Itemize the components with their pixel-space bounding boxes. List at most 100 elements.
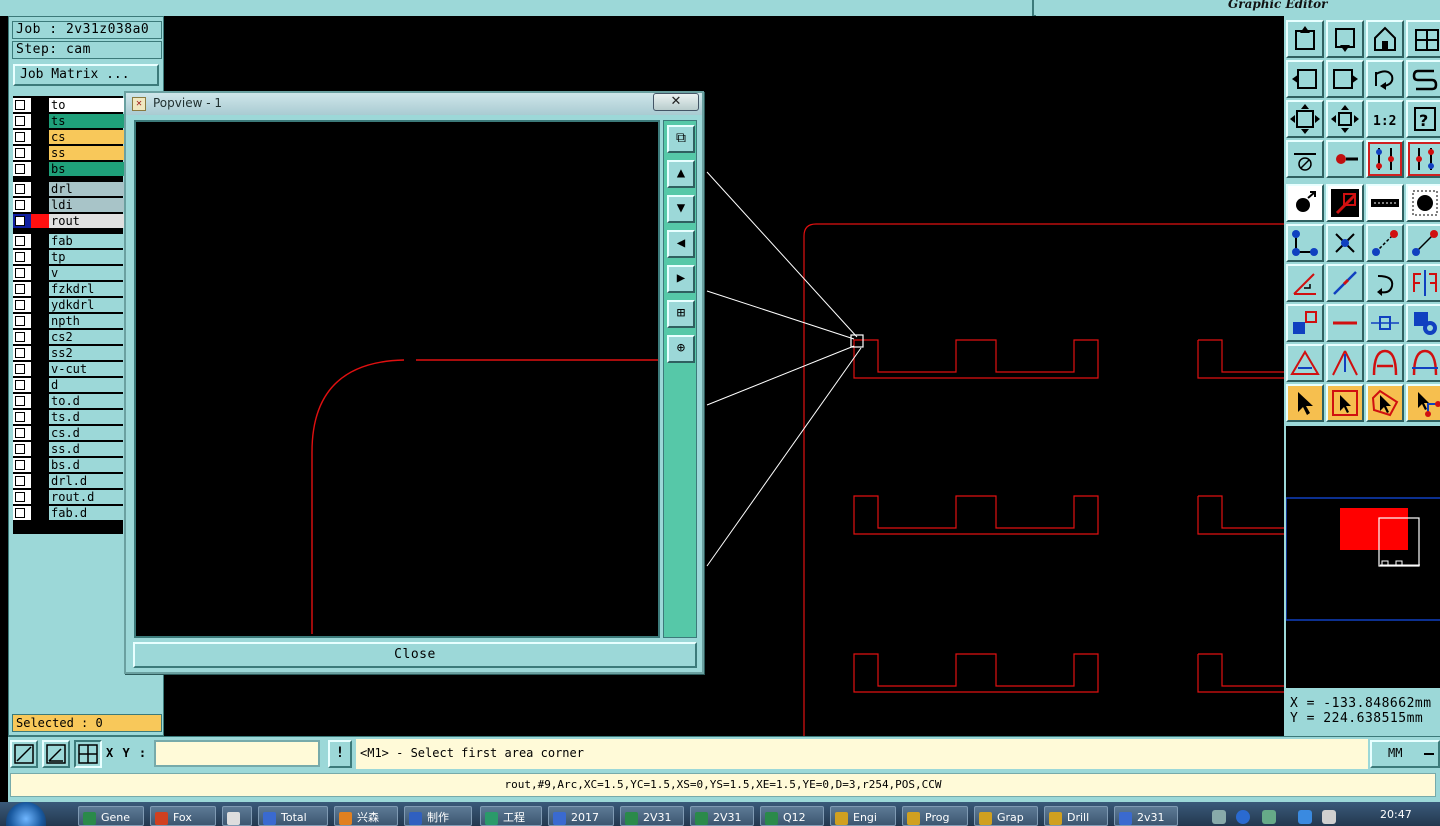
layer-checkbox[interactable] [15,132,25,142]
layer-row[interactable]: drl.d [13,474,125,488]
layer-row[interactable]: tp [13,250,125,264]
layer-checkbox[interactable] [15,348,25,358]
angle-tool-icon[interactable] [1286,264,1324,302]
angle-snap-icon[interactable] [42,740,70,768]
popview-window[interactable]: ✕ Popview - 1 ✕ ⧉ ▲ ▼ ◀ ▶ ⊞ ⊕ Close [124,91,704,674]
line-cut-icon[interactable] [1326,304,1364,342]
select-poly-arrow-icon[interactable] [1366,384,1404,422]
arch-marker-icon[interactable] [1326,344,1364,382]
view-down-icon[interactable] [1326,20,1364,58]
layer-checkbox[interactable] [15,116,25,126]
redraw-icon[interactable] [1406,60,1440,98]
layer-color-swatch[interactable] [31,442,49,456]
copy-point-icon[interactable] [1406,224,1440,262]
layer-checkbox[interactable] [15,148,25,158]
layer-checkbox[interactable] [15,164,25,174]
layer-checkbox[interactable] [15,412,25,422]
tray-volume-icon[interactable] [1322,810,1336,824]
layer-color-swatch[interactable] [31,182,49,196]
layer-row[interactable]: fzkdrl [13,282,125,296]
layer-row[interactable]: cs.d [13,426,125,440]
layer-row[interactable]: rout [13,214,125,228]
pad-add-icon[interactable] [1286,184,1324,222]
select-net-arrow-icon[interactable] [1406,384,1440,422]
popview-close-button[interactable]: Close [133,642,697,668]
popview-titlebar[interactable]: ✕ Popview - 1 ✕ [126,93,702,115]
layer-checkbox[interactable] [15,428,25,438]
xy-coordinate-input[interactable] [154,740,320,767]
layer-color-swatch[interactable] [31,98,49,112]
job-matrix-button[interactable]: Job Matrix ... [13,64,159,86]
layer-color-swatch[interactable] [31,130,49,144]
layer-checkbox[interactable] [15,476,25,486]
pattern-tool-icon[interactable] [1406,304,1440,342]
tray-app-icon[interactable] [1262,810,1276,824]
layer-checkbox[interactable] [15,444,25,454]
layer-checkbox[interactable] [15,236,25,246]
stretch-tool-icon[interactable] [1366,304,1404,342]
taskbar-item[interactable]: Prog [902,806,968,826]
pv-zoom-out-icon[interactable]: ⊕ [667,335,695,363]
pv-zoom-fit-icon[interactable]: ⧉ [667,125,695,153]
undo-view-icon[interactable] [1366,60,1404,98]
layer-color-swatch[interactable] [31,314,49,328]
layer-checkbox[interactable] [15,300,25,310]
vertex-connect-icon[interactable] [1286,224,1324,262]
layer-row[interactable]: npth [13,314,125,328]
layer-row[interactable]: ss.d [13,442,125,456]
layer-row[interactable]: fab.d [13,506,125,520]
select-box-arrow-icon[interactable] [1326,384,1364,422]
snap-pin-icon[interactable] [1326,140,1364,178]
taskbar-item[interactable]: 2V31 [620,806,684,826]
taskbar-item[interactable]: Grap [974,806,1038,826]
view-left-icon[interactable] [1286,60,1324,98]
layer-color-swatch[interactable] [31,474,49,488]
snap-mode-icon[interactable] [10,740,38,768]
scale-one-to-two-icon[interactable]: 1:2 [1366,100,1404,138]
layer-row[interactable]: ss [13,146,125,160]
layer-color-swatch[interactable] [31,394,49,408]
surface-add-icon[interactable] [1326,184,1364,222]
slope-line-icon[interactable] [1326,264,1364,302]
net-connect-icon[interactable] [1366,140,1404,178]
layer-checkbox[interactable] [15,268,25,278]
layer-checkbox[interactable] [15,332,25,342]
layer-checkbox[interactable] [15,216,25,226]
layer-row[interactable]: d [13,378,125,392]
move-point-icon[interactable] [1366,224,1404,262]
layer-color-swatch[interactable] [31,114,49,128]
line-add-icon[interactable] [1366,184,1404,222]
layer-color-swatch[interactable] [31,234,49,248]
triangle-marker-icon[interactable] [1286,344,1324,382]
taskbar-item[interactable]: 2017 [548,806,614,826]
view-up-icon[interactable] [1286,20,1324,58]
layer-row[interactable]: fab [13,234,125,248]
layer-checkbox[interactable] [15,380,25,390]
select-arrow-icon[interactable] [1286,384,1324,422]
pv-pan-right-icon[interactable]: ▶ [667,265,695,293]
layer-row[interactable]: drl [13,182,125,196]
layer-checkbox[interactable] [15,200,25,210]
layer-row[interactable]: ts [13,114,125,128]
layer-color-swatch[interactable] [31,146,49,160]
layer-checkbox[interactable] [15,508,25,518]
layer-row[interactable]: v-cut [13,362,125,376]
layer-color-swatch[interactable] [31,198,49,212]
taskbar-item[interactable]: Fox [150,806,216,826]
layer-checkbox[interactable] [15,184,25,194]
layer-color-swatch[interactable] [31,330,49,344]
layer-row[interactable]: ss2 [13,346,125,360]
taskbar-item[interactable]: 兴森 [334,806,398,826]
execute-button[interactable]: ! [328,740,352,768]
layer-color-swatch[interactable] [31,266,49,280]
layer-color-swatch[interactable] [31,490,49,504]
overview-map[interactable] [1285,426,1440,688]
layer-row[interactable]: bs [13,162,125,176]
layer-checkbox[interactable] [15,100,25,110]
pv-pan-left-icon[interactable]: ◀ [667,230,695,258]
popview-canvas[interactable] [134,120,660,638]
layer-checkbox[interactable] [15,396,25,406]
mirror-tool-icon[interactable] [1406,264,1440,302]
layer-row[interactable]: rout.d [13,490,125,504]
layer-color-swatch[interactable] [31,298,49,312]
